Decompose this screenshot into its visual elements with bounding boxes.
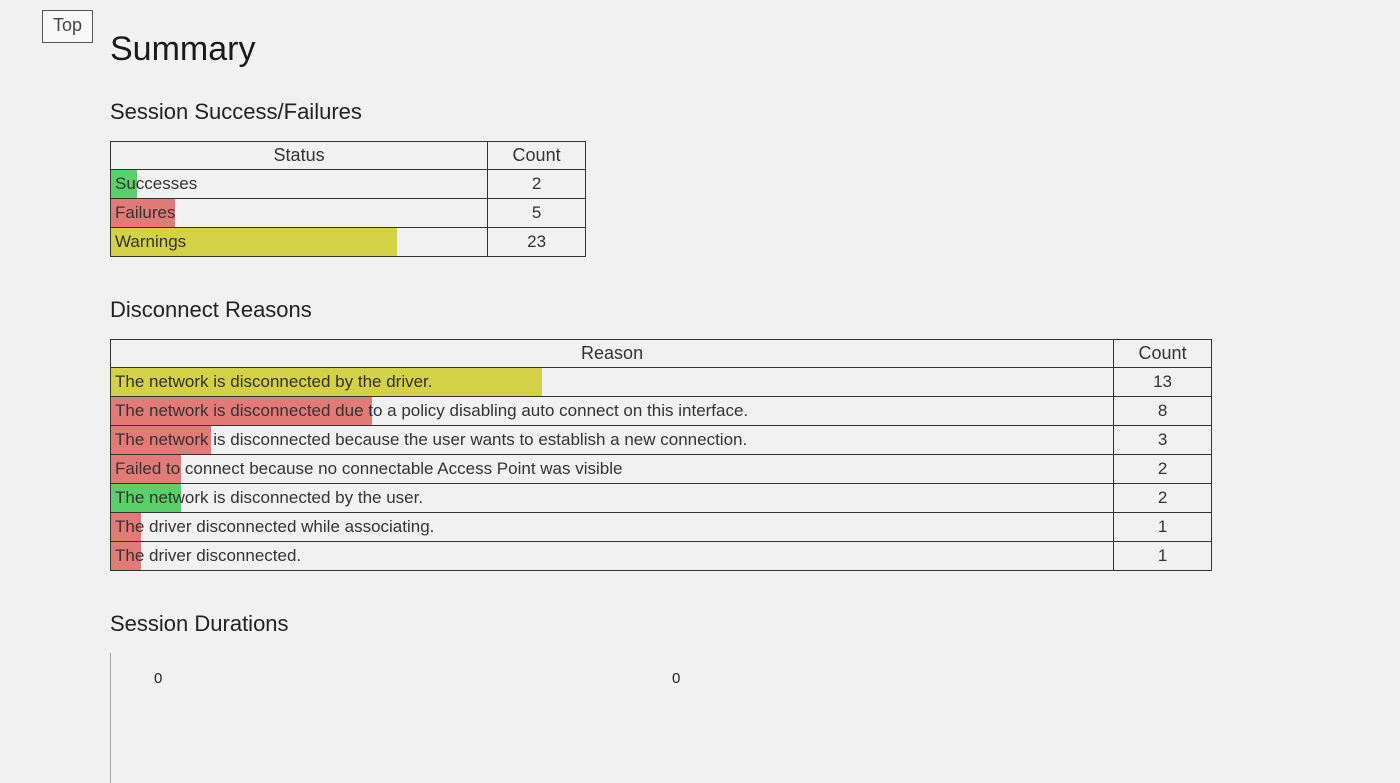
bar-cell: The network is disconnected by the drive… [111, 368, 1114, 397]
count-cell: 23 [488, 228, 586, 257]
count-cell: 2 [1114, 455, 1212, 484]
status-col-count: Count [488, 142, 586, 170]
table-row: Failed to connect because no connectable… [111, 455, 1212, 484]
bar-label: The network is disconnected because the … [111, 427, 1113, 453]
top-link[interactable]: Top [42, 10, 93, 43]
bar-label: Failed to connect because no connectable… [111, 456, 1113, 482]
count-cell: 2 [1114, 484, 1212, 513]
count-cell: 5 [488, 199, 586, 228]
table-row: The network is disconnected by the drive… [111, 368, 1212, 397]
table-row: The network is disconnected because the … [111, 426, 1212, 455]
table-row: The driver disconnected while associatin… [111, 513, 1212, 542]
table-row: Failures5 [111, 199, 586, 228]
reasons-heading: Disconnect Reasons [110, 297, 1310, 323]
bar-cell: The driver disconnected while associatin… [111, 513, 1114, 542]
durations-heading: Session Durations [110, 611, 1310, 637]
bar-label: Warnings [111, 229, 487, 255]
table-row: Successes2 [111, 170, 586, 199]
bar-cell: Failures [111, 199, 488, 228]
bar-cell: The network is disconnected due to a pol… [111, 397, 1114, 426]
reasons-table: Reason Count The network is disconnected… [110, 339, 1212, 571]
bar-cell: Failed to connect because no connectable… [111, 455, 1114, 484]
bar-label: The network is disconnected due to a pol… [111, 398, 1113, 424]
bar-cell: Warnings [111, 228, 488, 257]
table-row: The network is disconnected by the user.… [111, 484, 1212, 513]
reasons-col-reason: Reason [111, 340, 1114, 368]
count-cell: 8 [1114, 397, 1212, 426]
count-cell: 1 [1114, 513, 1212, 542]
bar-label: The network is disconnected by the drive… [111, 369, 1113, 395]
bar-label: The driver disconnected. [111, 543, 1113, 569]
durations-chart: 0 0 [110, 653, 1212, 683]
bar-cell: Successes [111, 170, 488, 199]
count-cell: 2 [488, 170, 586, 199]
durations-tick: 0 [154, 670, 162, 687]
reasons-body: The network is disconnected by the drive… [111, 368, 1212, 571]
bar-cell: The network is disconnected by the user. [111, 484, 1114, 513]
status-body: Successes2Failures5Warnings23 [111, 170, 586, 257]
status-heading: Session Success/Failures [110, 99, 1310, 125]
bar-label: Failures [111, 200, 487, 226]
table-row: The network is disconnected due to a pol… [111, 397, 1212, 426]
count-cell: 3 [1114, 426, 1212, 455]
bar-label: Successes [111, 171, 487, 197]
reasons-col-count: Count [1114, 340, 1212, 368]
status-table: Status Count Successes2Failures5Warnings… [110, 141, 586, 257]
count-cell: 13 [1114, 368, 1212, 397]
status-col-status: Status [111, 142, 488, 170]
bar-cell: The driver disconnected. [111, 542, 1114, 571]
bar-label: The network is disconnected by the user. [111, 485, 1113, 511]
durations-tick: 0 [672, 670, 680, 687]
bar-cell: The network is disconnected because the … [111, 426, 1114, 455]
page-title: Summary [110, 30, 1310, 69]
bar-label: The driver disconnected while associatin… [111, 514, 1113, 540]
table-row: The driver disconnected.1 [111, 542, 1212, 571]
count-cell: 1 [1114, 542, 1212, 571]
table-row: Warnings23 [111, 228, 586, 257]
report-content: Summary Session Success/Failures Status … [110, 30, 1310, 683]
